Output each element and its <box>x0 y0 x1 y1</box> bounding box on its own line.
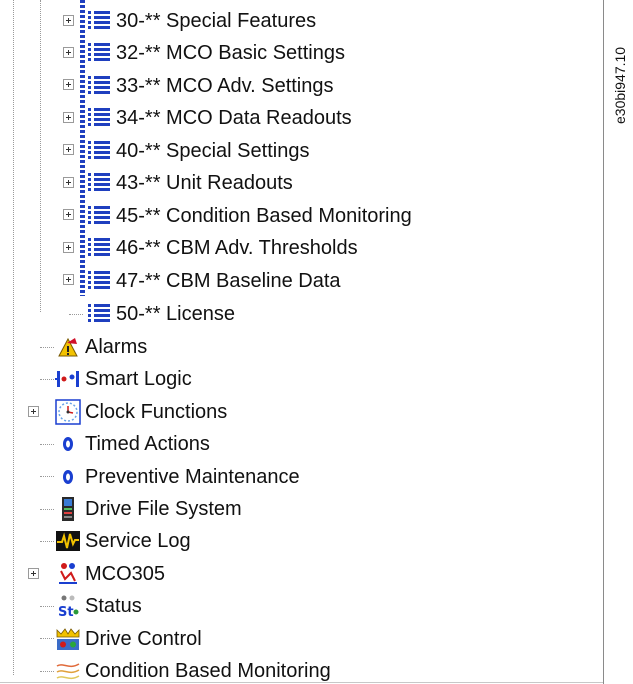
timed-actions-icon <box>55 431 81 457</box>
tree-item-label: 47-** CBM Baseline Data <box>116 270 341 292</box>
tree-item-param-group[interactable]: 30-** Special Features <box>86 5 316 37</box>
tree-item-alarms[interactable]: Alarms <box>55 331 147 363</box>
parameter-list-icon <box>86 40 112 66</box>
parameter-list-icon <box>86 203 112 229</box>
tree-item-label: 45-** Condition Based Monitoring <box>116 205 412 227</box>
tree-item-label: Smart Logic <box>85 368 192 390</box>
tree-item-param-group[interactable]: 45-** Condition Based Monitoring <box>86 200 412 232</box>
expand-toggle[interactable] <box>63 79 74 90</box>
tree-line-root <box>13 0 14 675</box>
tree-item-param-group[interactable]: 34-** MCO Data Readouts <box>86 102 352 134</box>
tree-item-label: 43-** Unit Readouts <box>116 172 293 194</box>
tree-item-drive-control[interactable]: Drive Control <box>55 623 202 655</box>
parameter-list-icon <box>86 105 112 131</box>
tree-connector <box>40 379 54 380</box>
tree-item-mco305[interactable]: MCO305 <box>55 558 165 590</box>
tree-item-label: Preventive Maintenance <box>85 466 300 488</box>
tree-item-label: Drive File System <box>85 498 242 520</box>
cbm-icon <box>55 658 81 684</box>
tree-item-label: 30-** Special Features <box>116 10 317 32</box>
tree-item-param-group[interactable]: 40-** Special Settings <box>86 135 309 167</box>
tree-item-label: 50-** License <box>116 303 235 325</box>
tree-item-param-group[interactable]: 46-** CBM Adv. Thresholds <box>86 232 358 264</box>
expand-toggle[interactable] <box>63 209 74 220</box>
alarm-bell-icon <box>55 334 81 360</box>
tree-item-label: Alarms <box>85 336 148 358</box>
tree-item-label: 46-** CBM Adv. Thresholds <box>116 237 358 259</box>
tree-item-label: Service Log <box>85 530 191 552</box>
expand-toggle[interactable] <box>63 177 74 188</box>
expand-toggle[interactable] <box>63 242 74 253</box>
tree-item-label: 32-** MCO Basic Settings <box>116 42 345 64</box>
tree-item-timed-actions[interactable]: Timed Actions <box>55 428 210 460</box>
tree-line-groups <box>40 0 41 312</box>
parameter-list-dotted-strip <box>80 0 85 296</box>
tree-item-label: 33-** MCO Adv. Settings <box>116 75 334 97</box>
tree-connector <box>40 444 54 445</box>
tree-item-condition-based-monitoring[interactable]: Condition Based Monitoring <box>55 655 331 684</box>
tree-item-param-group[interactable]: 33-** MCO Adv. Settings <box>86 70 334 102</box>
parameter-list-icon <box>86 301 112 327</box>
tree-item-label: 34-** MCO Data Readouts <box>116 107 352 129</box>
parameter-list-icon <box>86 8 112 34</box>
figure-id-label: e30bi947.10 <box>612 46 628 124</box>
expand-toggle[interactable] <box>63 47 74 58</box>
expand-toggle[interactable] <box>63 274 74 285</box>
svg-text:St: St <box>58 605 74 619</box>
tree-item-service-log[interactable]: Service Log <box>55 525 191 557</box>
tree-item-param-group[interactable]: 50-** License <box>86 298 235 330</box>
expand-toggle[interactable] <box>63 15 74 26</box>
tree-item-label: Condition Based Monitoring <box>85 660 331 682</box>
tree-connector <box>40 606 54 607</box>
clock-icon <box>55 399 81 425</box>
tree-item-label: Status <box>85 595 142 617</box>
tree-item-smart-logic[interactable]: Smart Logic <box>55 363 192 395</box>
expand-toggle[interactable] <box>63 112 74 123</box>
parameter-tree-panel: 30-** Special Features 32-** MCO Basic S… <box>0 0 604 684</box>
tree-item-status[interactable]: St Status <box>55 590 142 622</box>
expand-toggle[interactable] <box>28 406 39 417</box>
parameter-list-icon <box>86 235 112 261</box>
tree-connector <box>40 476 54 477</box>
tree-item-label: Timed Actions <box>85 433 210 455</box>
tree-item-clock-functions[interactable]: Clock Functions <box>55 396 227 428</box>
tree-item-param-group[interactable]: 43-** Unit Readouts <box>86 167 293 199</box>
panel-bottom-border <box>0 682 604 683</box>
panel-right-border <box>603 0 604 684</box>
smart-logic-icon <box>55 366 81 392</box>
expand-toggle[interactable] <box>63 144 74 155</box>
tree-connector <box>40 671 54 672</box>
tree-connector <box>69 314 83 315</box>
parameter-list-icon <box>86 138 112 164</box>
parameter-list-icon <box>86 73 112 99</box>
service-log-icon <box>55 528 81 554</box>
tree-item-param-group[interactable]: 47-** CBM Baseline Data <box>86 265 341 297</box>
tree-connector <box>40 509 54 510</box>
tree-item-label: Clock Functions <box>85 401 228 423</box>
parameter-list-icon <box>86 268 112 294</box>
parameter-list-icon <box>86 170 112 196</box>
mco-icon <box>55 561 81 587</box>
tree-item-preventive-maintenance[interactable]: Preventive Maintenance <box>55 461 300 493</box>
tree-item-label: MCO305 <box>85 563 166 585</box>
expand-toggle[interactable] <box>28 568 39 579</box>
status-icon: St <box>55 593 81 619</box>
tree-item-label: 40-** Special Settings <box>116 140 310 162</box>
tree-connector <box>40 347 54 348</box>
file-system-icon <box>55 496 81 522</box>
tree-connector <box>40 541 54 542</box>
preventive-maintenance-icon <box>55 464 81 490</box>
tree-item-label: Drive Control <box>85 628 202 650</box>
tree-item-drive-file-system[interactable]: Drive File System <box>55 493 242 525</box>
tree-item-param-group[interactable]: 32-** MCO Basic Settings <box>86 37 345 69</box>
tree-connector <box>40 638 54 639</box>
drive-control-icon <box>55 626 81 652</box>
